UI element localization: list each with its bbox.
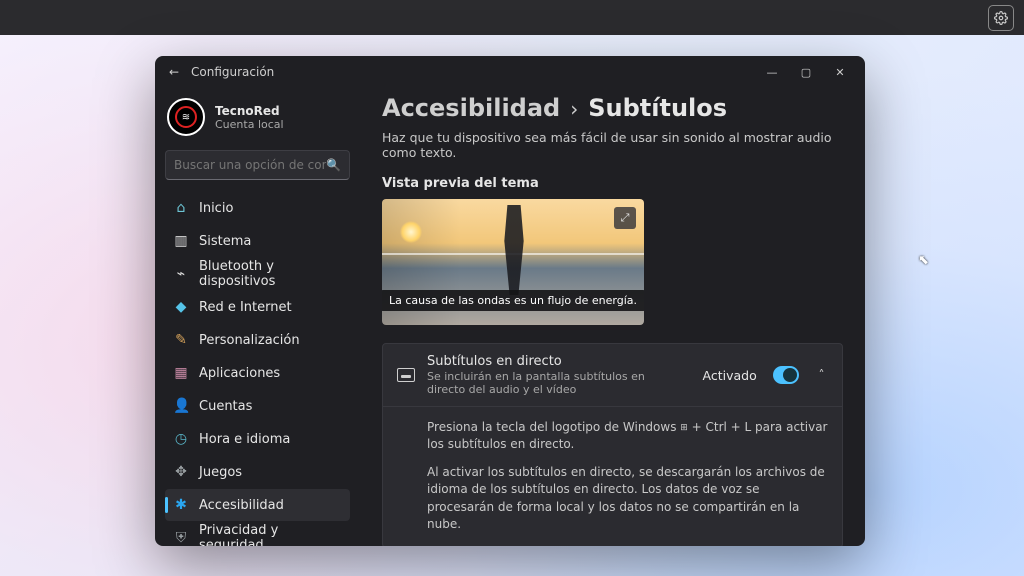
content-area[interactable]: Accesibilidad › Subtítulos Haz que tu di… [360,88,865,546]
sidebar-item-label: Hora e idioma [199,432,290,447]
sidebar-item-aplicaciones[interactable]: ▦ Aplicaciones [165,357,350,389]
sidebar-item-label: Inicio [199,201,233,216]
gear-icon[interactable] [988,5,1014,31]
live-captions-subtitle: Se incluirán en la pantalla subtítulos e… [427,370,679,396]
inicio-icon: ⌂ [173,200,189,216]
breadcrumb: Accesibilidad › Subtítulos [382,94,843,122]
live-captions-header[interactable]: Subtítulos en directo Se incluirán en la… [383,344,842,406]
window-title: Configuración [191,65,274,79]
sidebar-item-label: Aplicaciones [199,366,280,381]
breadcrumb-parent[interactable]: Accesibilidad [382,94,560,122]
sidebar-item-label: Bluetooth y dispositivos [199,259,342,289]
sidebar-item-label: Red e Internet [199,300,292,315]
sidebar: ≋ TecnoRed Cuenta local 🔍 ⌂ Inicio ▥ Sistem… [155,88,360,546]
sistema-icon: ▥ [173,233,189,249]
preview-heading: Vista previa del tema [382,176,843,191]
chevron-right-icon: › [570,97,578,121]
expand-icon[interactable]: ⤢ [614,207,636,229]
red-e-internet-icon: ◆ [173,299,189,315]
titlebar[interactable]: ← Configuración — ▢ ✕ [155,56,865,88]
settings-window: ← Configuración — ▢ ✕ ≋ TecnoRed Cuenta … [155,56,865,546]
sidebar-item-cuentas[interactable]: 👤 Cuentas [165,390,350,422]
maximize-button[interactable]: ▢ [789,56,823,88]
breadcrumb-current: Subtítulos [588,94,727,122]
search-box[interactable]: 🔍 [165,150,350,180]
sidebar-item-bluetooth-y-dispositivos[interactable]: ⌁ Bluetooth y dispositivos [165,258,350,290]
live-captions-title: Subtítulos en directo [427,354,679,369]
sidebar-item-label: Accesibilidad [199,498,284,513]
sidebar-item-hora-e-idioma[interactable]: ◷ Hora e idioma [165,423,350,455]
sidebar-item-red-e-internet[interactable]: ◆ Red e Internet [165,291,350,323]
live-captions-card: Subtítulos en directo Se incluirán en la… [382,343,843,546]
avatar: ≋ [167,98,205,136]
sidebar-item-sistema[interactable]: ▥ Sistema [165,225,350,257]
chevron-up-icon[interactable]: ˄ [819,368,829,382]
toggle-state-label: Activado [703,368,757,383]
hora-e-idioma-icon: ◷ [173,431,189,447]
search-input[interactable] [174,158,326,172]
app-top-bar [0,0,1024,35]
sidebar-item-privacidad-y-seguridad[interactable]: ⛨ Privacidad y seguridad [165,522,350,546]
account-subtitle: Cuenta local [215,118,284,131]
sidebar-item-label: Juegos [199,465,242,480]
account-block[interactable]: ≋ TecnoRed Cuenta local [165,94,350,146]
captions-icon [397,368,415,382]
cuentas-icon: 👤 [173,398,189,414]
sidebar-item-inicio[interactable]: ⌂ Inicio [165,192,350,224]
sidebar-item-juegos[interactable]: ✥ Juegos [165,456,350,488]
sidebar-item-label: Sistema [199,234,251,249]
close-button[interactable]: ✕ [823,56,857,88]
privacidad-y-seguridad-icon: ⛨ [173,530,189,546]
bluetooth-y-dispositivos-icon: ⌁ [173,266,189,282]
theme-preview: ⤢ La causa de las ondas es un flujo de e… [382,199,644,325]
page-subtitle: Haz que tu dispositivo sea más fácil de … [382,130,843,160]
desktop-wallpaper[interactable]: ⬉ ← Configuración — ▢ ✕ ≋ TecnoRed Cuent… [0,0,1024,576]
aplicaciones-icon: ▦ [173,365,189,381]
windows-key-icon: ⊞ [680,422,688,435]
accesibilidad-icon: ✱ [173,497,189,513]
juegos-icon: ✥ [173,464,189,480]
minimize-button[interactable]: — [755,56,789,88]
search-icon: 🔍 [326,158,341,172]
sidebar-item-accesibilidad[interactable]: ✱ Accesibilidad [165,489,350,521]
sidebar-item-label: Personalización [199,333,300,348]
sidebar-item-label: Privacidad y seguridad [199,523,342,546]
sidebar-item-personalizaci-n[interactable]: ✎ Personalización [165,324,350,356]
back-button[interactable]: ← [163,65,185,79]
account-name: TecnoRed [215,104,284,118]
live-captions-toggle[interactable] [773,366,799,384]
sidebar-item-label: Cuentas [199,399,252,414]
mouse-cursor: ⬉ [918,253,929,268]
preview-caption: La causa de las ondas es un flujo de ene… [382,290,644,311]
live-captions-details: Presiona la tecla del logotipo de Window… [383,406,842,546]
personalizaci-n-icon: ✎ [173,332,189,348]
nav-list: ⌂ Inicio ▥ Sistema ⌁ Bluetooth y dispositivos… [165,192,350,546]
